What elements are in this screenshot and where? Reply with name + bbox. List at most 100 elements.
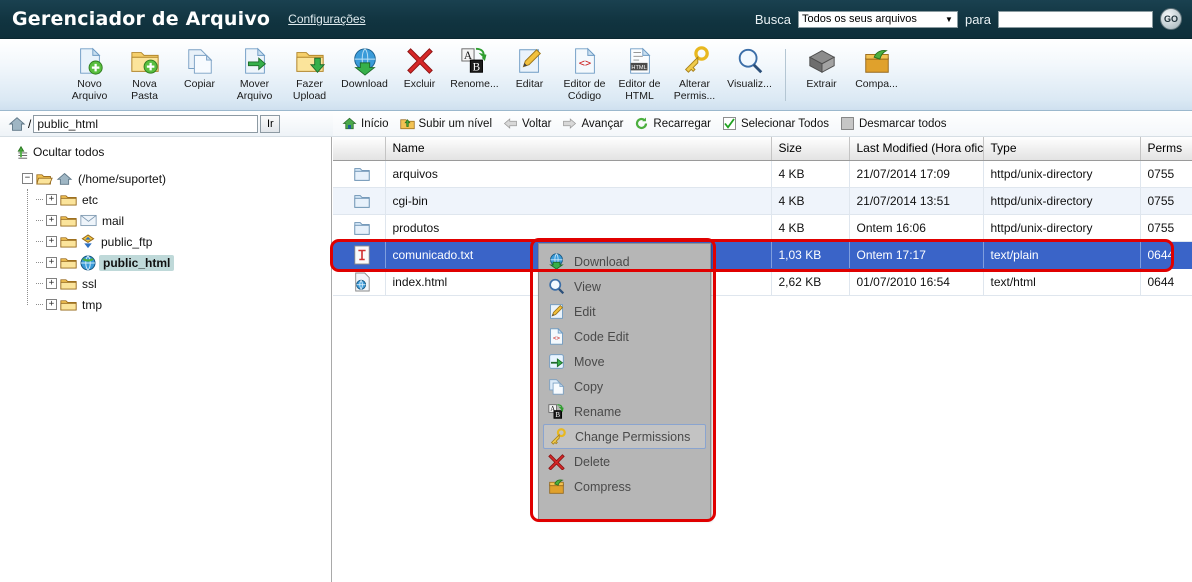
toolbar-label: Extrair bbox=[806, 78, 837, 90]
tree-row-ssl[interactable]: + ssl bbox=[36, 273, 331, 294]
tree-expander[interactable]: + bbox=[46, 299, 57, 310]
globe-icon bbox=[80, 255, 96, 270]
column-header-type[interactable]: Type bbox=[983, 137, 1141, 161]
context-menu-label: Rename bbox=[574, 404, 622, 419]
nav-label: Início bbox=[361, 117, 389, 130]
toolbar-button-mover-arquivo[interactable]: Mover Arquivo bbox=[227, 43, 282, 102]
delete-icon bbox=[548, 454, 565, 470]
folder-open-icon bbox=[36, 173, 53, 185]
context-menu-item-copy[interactable]: Copy bbox=[539, 374, 710, 399]
path-go-button[interactable]: Ir bbox=[260, 114, 281, 133]
tree-expander[interactable]: + bbox=[46, 236, 57, 247]
toolbar-button-alterar-permissoes[interactable]: Alterar Permis... bbox=[667, 43, 722, 102]
toolbar-label: Excluir bbox=[403, 78, 436, 90]
context-menu-item-delete[interactable]: Delete bbox=[539, 449, 710, 474]
toolbar-button-editar[interactable]: Editar bbox=[502, 43, 557, 91]
path-input[interactable] bbox=[33, 114, 259, 133]
home-icon[interactable] bbox=[8, 115, 26, 133]
nav-recarregar[interactable]: Recarregar bbox=[631, 115, 716, 132]
table-row-selected[interactable]: comunicado.txt 1,03 KB Ontem 17:17 text/… bbox=[333, 241, 1192, 269]
table-row[interactable]: cgi-bin 4 KB 21/07/2014 13:51 httpd/unix… bbox=[333, 187, 1192, 215]
column-header-perms[interactable]: Perms bbox=[1140, 137, 1192, 161]
toolbar-button-editor-html[interactable]: HTML Editor de HTML bbox=[612, 43, 667, 102]
tree-row-mail[interactable]: + mail bbox=[36, 210, 331, 231]
search-scope-select[interactable]: Todos os seus arquivos ▼ bbox=[797, 10, 958, 28]
column-header-size[interactable]: Size bbox=[771, 137, 850, 161]
tree-row-home[interactable]: − (/home/suportet) bbox=[22, 168, 331, 189]
toolbar: Novo Arquivo Nova Pasta Copiar Mover Arquiv… bbox=[0, 39, 1192, 111]
column-header-modified[interactable]: Last Modified (Hora oficia bbox=[849, 137, 984, 161]
search-input[interactable] bbox=[998, 10, 1153, 28]
context-menu-label: Copy bbox=[574, 379, 604, 394]
new-folder-icon bbox=[130, 52, 159, 74]
context-menu-item-change-permissions[interactable]: Change Permissions bbox=[543, 424, 706, 449]
toolbar-button-download[interactable]: Download bbox=[337, 43, 392, 91]
context-menu-item-compress[interactable]: Compress bbox=[539, 474, 710, 499]
toolbar-button-excluir[interactable]: Excluir bbox=[392, 43, 447, 91]
folder-icon bbox=[60, 215, 77, 227]
folder-icon bbox=[60, 194, 77, 206]
code-editor-icon: <> bbox=[574, 47, 596, 74]
context-menu-item-code-edit[interactable]: <> Code Edit bbox=[539, 324, 710, 349]
tree-line bbox=[36, 262, 43, 263]
column-header-name[interactable]: Name bbox=[385, 137, 772, 161]
table-row[interactable]: produtos 4 KB Ontem 16:06 httpd/unix-dir… bbox=[333, 214, 1192, 242]
tree-expander[interactable]: − bbox=[22, 173, 33, 184]
column-header-icon[interactable] bbox=[333, 137, 386, 161]
tree-row-public-html[interactable]: + public_html bbox=[36, 252, 331, 273]
table-row[interactable]: arquivos 4 KB 21/07/2014 17:09 httpd/uni… bbox=[333, 160, 1192, 188]
toolbar-button-visualizar[interactable]: Visualiz... bbox=[722, 43, 777, 91]
path-separator: / bbox=[28, 116, 32, 131]
tree-label: (/home/suportet) bbox=[78, 171, 167, 186]
tree-root: − (/home/suportet) + etc + mail + public… bbox=[0, 168, 331, 315]
hide-all-button[interactable]: Ocultar todos bbox=[0, 145, 331, 159]
nav-subir-um-nivel[interactable]: Subir um nível bbox=[397, 115, 498, 132]
tree-label-selected: public_html bbox=[99, 254, 175, 271]
cell-type: httpd/unix-directory bbox=[983, 160, 1141, 188]
nav-avancar[interactable]: Avançar bbox=[559, 115, 628, 132]
table-header-row: Name Size Last Modified (Hora oficia Typ… bbox=[333, 137, 1192, 161]
tree-expander[interactable]: + bbox=[46, 194, 57, 205]
context-menu-label: Change Permissions bbox=[575, 429, 691, 444]
context-menu-item-rename[interactable]: A B Rename bbox=[539, 399, 710, 424]
toolbar-label: Download bbox=[341, 78, 388, 90]
toolbar-button-editor-codigo[interactable]: <> Editor de Código bbox=[557, 43, 612, 102]
nav-voltar[interactable]: Voltar bbox=[500, 115, 556, 132]
toolbar-button-renomear[interactable]: A B Renome... bbox=[447, 43, 502, 91]
context-menu-item-download[interactable]: Download bbox=[539, 249, 710, 274]
folder-icon bbox=[60, 278, 77, 290]
tree-row-tmp[interactable]: + tmp bbox=[36, 294, 331, 315]
nav-inicio[interactable]: Início bbox=[339, 115, 394, 132]
tree-row-public-ftp[interactable]: + public_ftp bbox=[36, 231, 331, 252]
toolbar-button-fazer-upload[interactable]: Fazer Upload bbox=[282, 43, 337, 102]
svg-text:<>: <> bbox=[578, 58, 590, 70]
code-editor-icon: <> bbox=[550, 328, 564, 345]
tree-label: ssl bbox=[82, 276, 97, 291]
row-icon-cell bbox=[333, 268, 386, 296]
permissions-key-icon bbox=[550, 428, 566, 445]
toolbar-button-compactar[interactable]: Compa... bbox=[849, 43, 904, 91]
tree-expander[interactable]: + bbox=[46, 215, 57, 226]
context-menu-item-edit[interactable]: Edit bbox=[539, 299, 710, 324]
cell-name: cgi-bin bbox=[385, 187, 772, 215]
context-menu-item-move[interactable]: Move bbox=[539, 349, 710, 374]
tree-expander[interactable]: + bbox=[46, 257, 57, 268]
table-row[interactable]: index.html 2,62 KB 01/07/2010 16:54 text… bbox=[333, 268, 1192, 296]
tree-line bbox=[36, 220, 43, 221]
nav-desmarcar-todos[interactable]: Desmarcar todos bbox=[837, 115, 952, 132]
toolbar-label: Novo Arquivo bbox=[71, 78, 108, 102]
toolbar-button-novo-arquivo[interactable]: Novo Arquivo bbox=[62, 43, 117, 102]
search-go-button[interactable]: GO bbox=[1160, 8, 1182, 30]
cell-size: 4 KB bbox=[771, 214, 850, 242]
settings-link[interactable]: Configurações bbox=[288, 12, 365, 26]
cell-modified: 21/07/2014 17:09 bbox=[849, 160, 984, 188]
nav-selecionar-todos[interactable]: Selecionar Todos bbox=[719, 115, 834, 132]
tree-expander[interactable]: + bbox=[46, 278, 57, 289]
tree-row-etc[interactable]: + etc bbox=[36, 189, 331, 210]
toolbar-button-copiar[interactable]: Copiar bbox=[172, 43, 227, 91]
context-menu-item-view[interactable]: View bbox=[539, 274, 710, 299]
toolbar-button-extrair[interactable]: Extrair bbox=[794, 43, 849, 91]
checkbox-checked-icon bbox=[723, 117, 736, 130]
toolbar-button-nova-pasta[interactable]: Nova Pasta bbox=[117, 43, 172, 102]
svg-text:HTML: HTML bbox=[631, 65, 646, 71]
